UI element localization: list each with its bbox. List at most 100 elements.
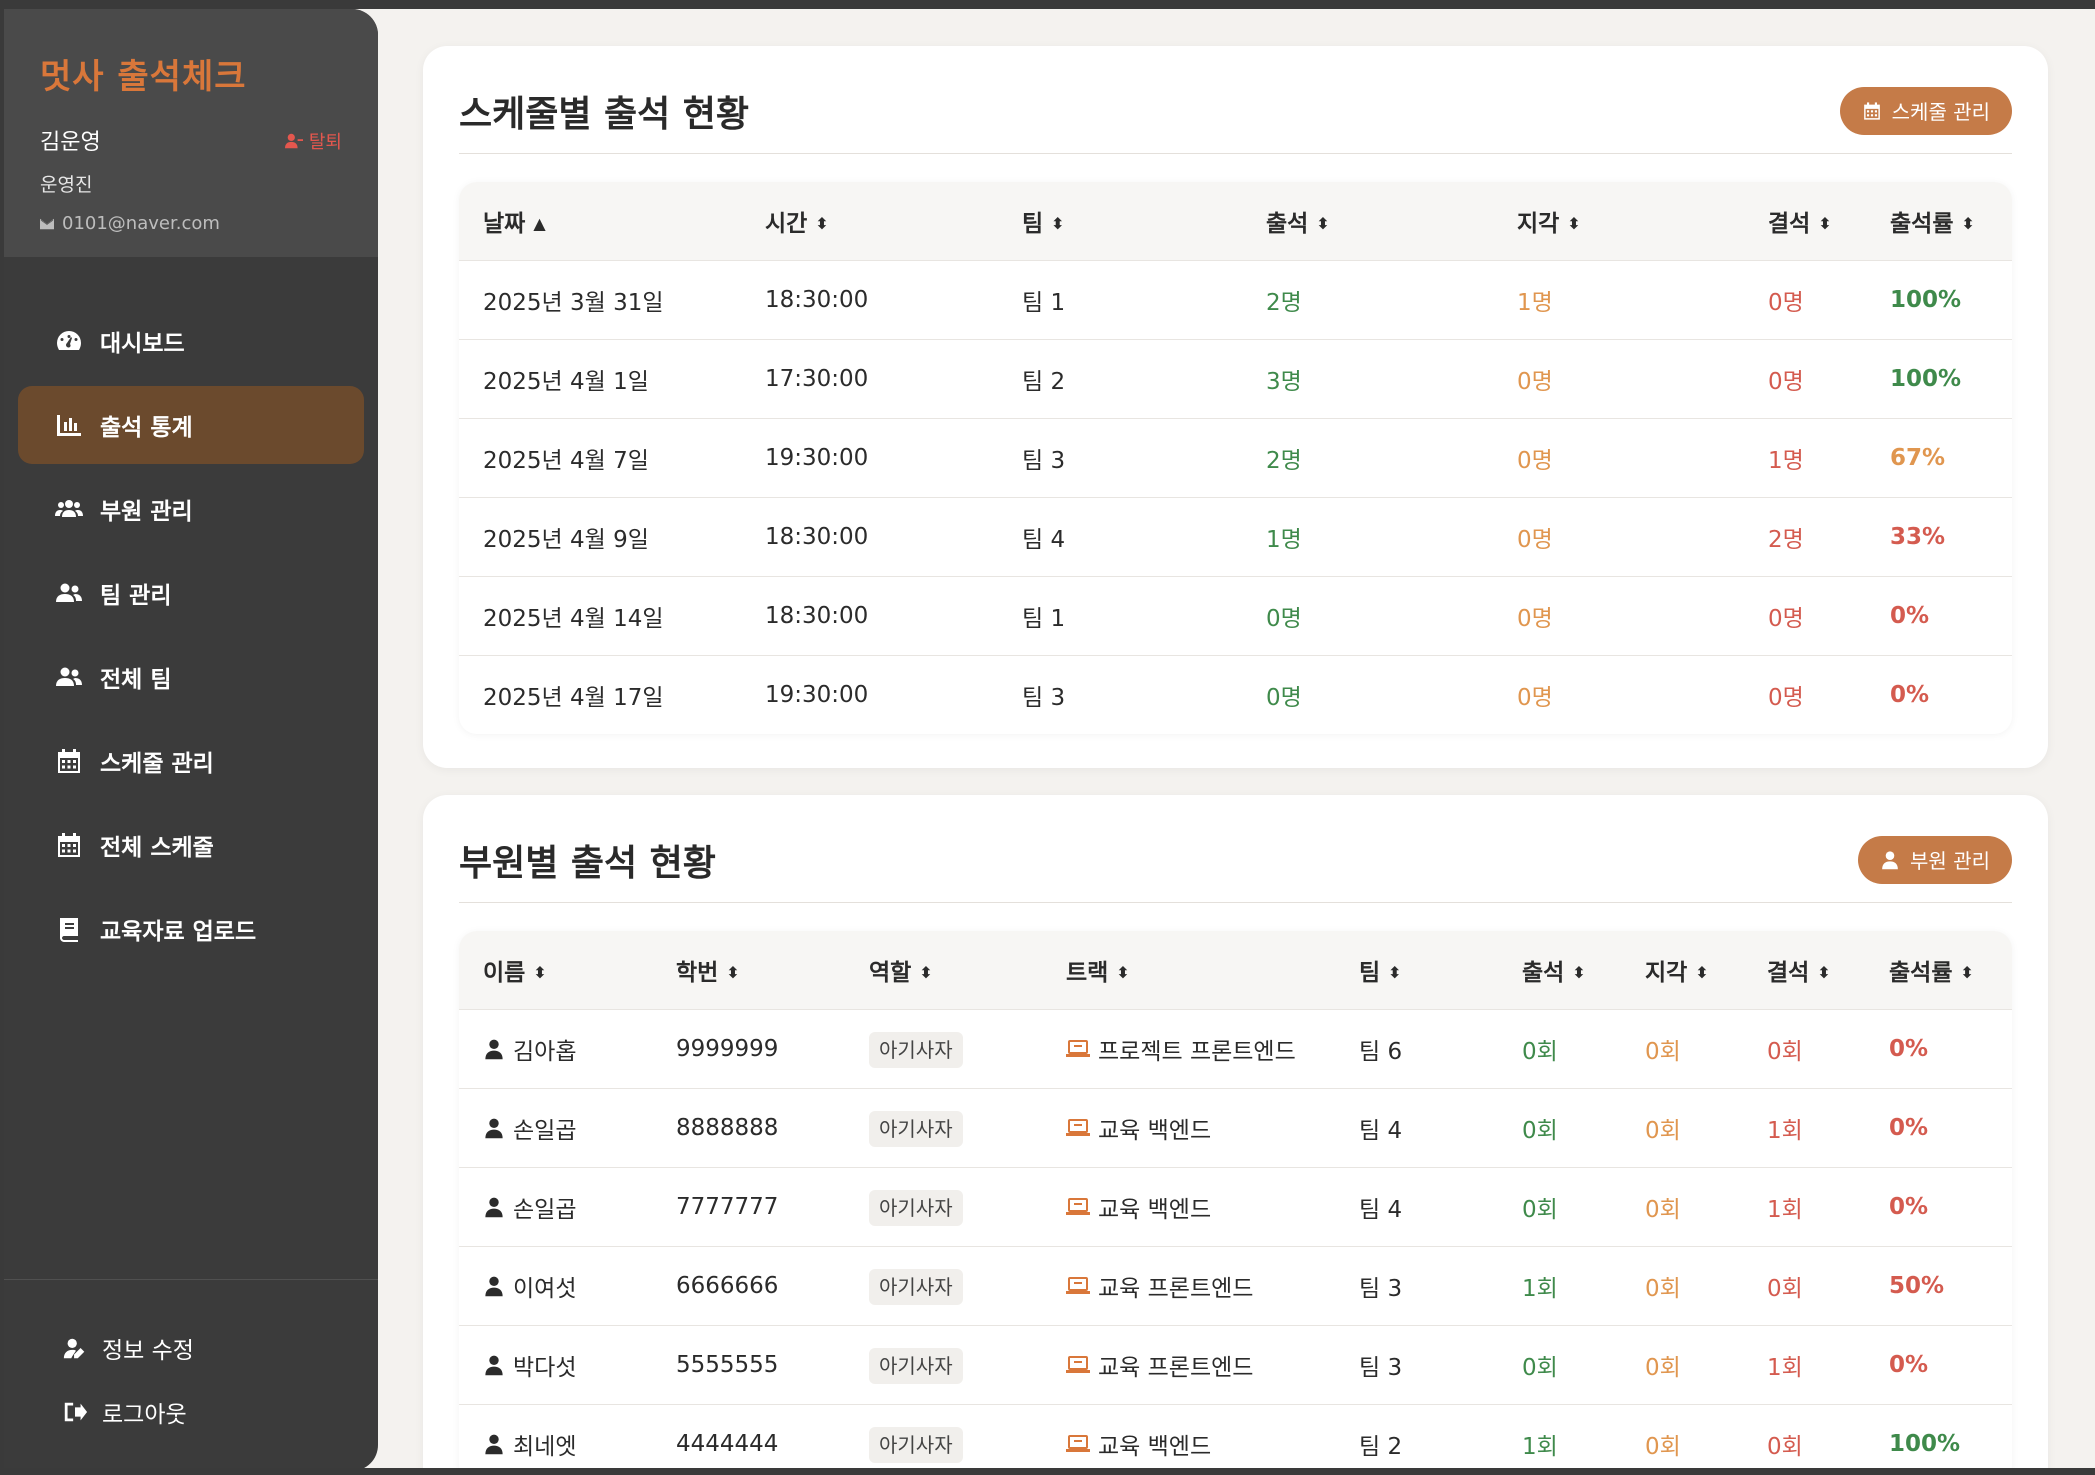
table-row[interactable]: 2025년 4월 1일 17:30:00 팀 2 3명 0명 0명 100% — [459, 338, 2012, 418]
cell-absent: 2명 — [1744, 496, 1866, 576]
table-row[interactable]: 손일곱 8888888 아기사자 교육 백엔드 팀 4 0회 0회 1회 0% — [459, 1087, 2012, 1167]
nav-label: 대시보드 — [100, 331, 185, 357]
nav-item-all-schedules[interactable]: 전체 스케줄 — [18, 806, 364, 884]
table-row[interactable]: 김아홉 9999999 아기사자 프로젝트 프론트엔드 팀 6 0회 0회 0회… — [459, 1008, 2012, 1088]
cell-student-id: 4444444 — [652, 1403, 845, 1475]
nav-item-schedule-management[interactable]: 스케줄 관리 — [18, 722, 364, 800]
cell-present: 0회 — [1498, 1324, 1621, 1404]
cell-team: 팀 3 — [1335, 1245, 1498, 1325]
cell-rate: 0% — [1866, 654, 2012, 734]
column-header-role[interactable]: 역할 ⬍ — [845, 931, 1042, 1009]
cell-time: 18:30:00 — [741, 575, 998, 655]
calendar-icon — [54, 830, 84, 860]
cell-late: 0명 — [1493, 417, 1744, 497]
column-header-team[interactable]: 팀 ⬍ — [998, 182, 1242, 260]
cell-team: 팀 4 — [1335, 1087, 1498, 1167]
brand-title: 멋사 출석체크 — [40, 57, 247, 97]
nav-item-all-teams[interactable]: 전체 팀 — [18, 638, 364, 716]
sort-icon: ⬍ — [726, 962, 740, 982]
table-row[interactable]: 박다섯 5555555 아기사자 교육 프론트엔드 팀 3 0회 0회 1회 0… — [459, 1324, 2012, 1404]
cell-date: 2025년 4월 1일 — [459, 338, 741, 418]
column-header-present[interactable]: 출석 ⬍ — [1242, 182, 1493, 260]
bar-chart-icon — [54, 410, 84, 440]
column-header-rate[interactable]: 출석률 ⬍ — [1865, 931, 2012, 1009]
table-row[interactable]: 2025년 4월 7일 19:30:00 팀 3 2명 0명 1명 67% — [459, 417, 2012, 497]
cell-rate: 0% — [1865, 1008, 2012, 1088]
column-header-rate[interactable]: 출석률 ⬍ — [1866, 182, 2012, 260]
logout-icon — [64, 1402, 88, 1422]
cell-track: 교육 프론트엔드 — [1042, 1245, 1335, 1325]
nav-item-member-management[interactable]: 부원 관리 — [18, 470, 364, 548]
cell-student-id: 8888888 — [652, 1087, 845, 1167]
user-icon — [485, 1434, 503, 1454]
cell-absent: 0회 — [1743, 1403, 1865, 1475]
schedule-management-button[interactable]: 스케줄 관리 — [1839, 86, 2012, 135]
cell-rate: 0% — [1865, 1087, 2012, 1167]
user-icon — [1882, 850, 1898, 869]
user-edit-icon — [63, 1338, 85, 1359]
cell-role: 아기사자 — [845, 1403, 1042, 1475]
cell-absent: 0명 — [1744, 575, 1866, 655]
table-row[interactable]: 최네엣 4444444 아기사자 교육 백엔드 팀 2 1회 0회 0회 100… — [459, 1403, 2012, 1475]
cell-track: 프로젝트 프론트엔드 — [1042, 1008, 1335, 1088]
cell-date: 2025년 4월 17일 — [459, 654, 741, 734]
schedule-table-container: 날짜 ▲ 시간 ⬍ 팀 ⬍ 출석 ⬍ 지각 ⬍ 결석 ⬍ 출석률 ⬍ 2025년 3월 31일… — [459, 182, 2012, 734]
cell-rate: 50% — [1865, 1245, 2012, 1325]
edit-profile-link[interactable]: 정보 수정 — [4, 1316, 378, 1380]
sort-icon: ⬍ — [1051, 213, 1065, 233]
withdraw-button[interactable]: 탈퇴 — [284, 128, 342, 154]
user-icon — [485, 1118, 503, 1138]
logout-label: 로그아웃 — [102, 1402, 187, 1428]
nav-item-material-upload[interactable]: 교육자료 업로드 — [18, 890, 364, 968]
table-row[interactable]: 손일곱 7777777 아기사자 교육 백엔드 팀 4 0회 0회 1회 0% — [459, 1166, 2012, 1246]
sort-icon: ⬍ — [919, 962, 933, 982]
column-header-track[interactable]: 트랙 ⬍ — [1042, 931, 1335, 1009]
role-badge: 아기사자 — [869, 1032, 963, 1068]
column-header-name[interactable]: 이름 ⬍ — [459, 931, 652, 1009]
table-row[interactable]: 2025년 4월 9일 18:30:00 팀 4 1명 0명 2명 33% — [459, 496, 2012, 576]
column-header-late[interactable]: 지각 ⬍ — [1493, 182, 1744, 260]
member-management-button[interactable]: 부원 관리 — [1858, 835, 2012, 884]
column-header-absent[interactable]: 결석 ⬍ — [1744, 182, 1866, 260]
laptop-icon — [1066, 1118, 1090, 1136]
sort-icon: ⬍ — [1116, 962, 1130, 982]
nav-item-team-management[interactable]: 팀 관리 — [18, 554, 364, 632]
cell-absent: 1회 — [1743, 1087, 1865, 1167]
column-header-time[interactable]: 시간 ⬍ — [741, 182, 998, 260]
button-label: 부원 관리 — [1910, 849, 1990, 873]
logout-link[interactable]: 로그아웃 — [4, 1380, 378, 1444]
table-row[interactable]: 2025년 3월 31일 18:30:00 팀 1 2명 1명 0명 100% — [459, 259, 2012, 339]
nav-item-dashboard[interactable]: 대시보드 — [18, 302, 364, 380]
member-attendance-card: 부원별 출석 현황 부원 관리 이름 ⬍ 학번 ⬍ 역할 ⬍ 트랙 ⬍ 팀 ⬍ 출석 ⬍ — [423, 795, 2048, 1475]
cell-date: 2025년 4월 9일 — [459, 496, 741, 576]
column-header-absent[interactable]: 결석 ⬍ — [1743, 931, 1865, 1009]
table-row[interactable]: 2025년 4월 17일 19:30:00 팀 3 0명 0명 0명 0% — [459, 654, 2012, 734]
nav-label: 교육자료 업로드 — [100, 919, 257, 945]
cell-name: 박다섯 — [459, 1324, 652, 1404]
cell-team: 팀 6 — [1335, 1008, 1498, 1088]
user-icon — [485, 1276, 503, 1296]
column-header-date[interactable]: 날짜 ▲ — [459, 182, 741, 260]
role-badge: 아기사자 — [869, 1427, 963, 1464]
card-header: 부원별 출석 현황 부원 관리 — [459, 795, 2012, 903]
cell-role: 아기사자 — [845, 1245, 1042, 1325]
table-row[interactable]: 2025년 4월 14일 18:30:00 팀 1 0명 0명 0명 0% — [459, 575, 2012, 655]
cell-team: 팀 2 — [998, 338, 1242, 418]
column-header-present[interactable]: 출석 ⬍ — [1498, 931, 1621, 1009]
column-header-late[interactable]: 지각 ⬍ — [1621, 931, 1743, 1009]
nav-item-attendance-stats[interactable]: 출석 통계 — [18, 386, 364, 464]
cell-track: 교육 백엔드 — [1042, 1403, 1335, 1475]
cell-absent: 0회 — [1743, 1008, 1865, 1088]
cell-role: 아기사자 — [845, 1324, 1042, 1404]
cell-time: 19:30:00 — [741, 654, 998, 734]
user-email-text: 0101@naver.com — [62, 213, 220, 234]
column-header-team[interactable]: 팀 ⬍ — [1335, 931, 1498, 1009]
table-row[interactable]: 이여섯 6666666 아기사자 교육 프론트엔드 팀 3 1회 0회 0회 5… — [459, 1245, 2012, 1325]
cell-late: 0회 — [1621, 1403, 1743, 1475]
nav-label: 전체 스케줄 — [100, 835, 214, 861]
user-icon — [485, 1039, 503, 1059]
cell-student-id: 6666666 — [652, 1245, 845, 1325]
schedule-attendance-card: 스케줄별 출석 현황 스케줄 관리 날짜 ▲ 시간 ⬍ 팀 ⬍ 출석 ⬍ 지각 ⬍ 결석 ⬍ — [423, 46, 2048, 768]
sort-icon: ⬍ — [533, 962, 547, 982]
column-header-student-id[interactable]: 학번 ⬍ — [652, 931, 845, 1009]
